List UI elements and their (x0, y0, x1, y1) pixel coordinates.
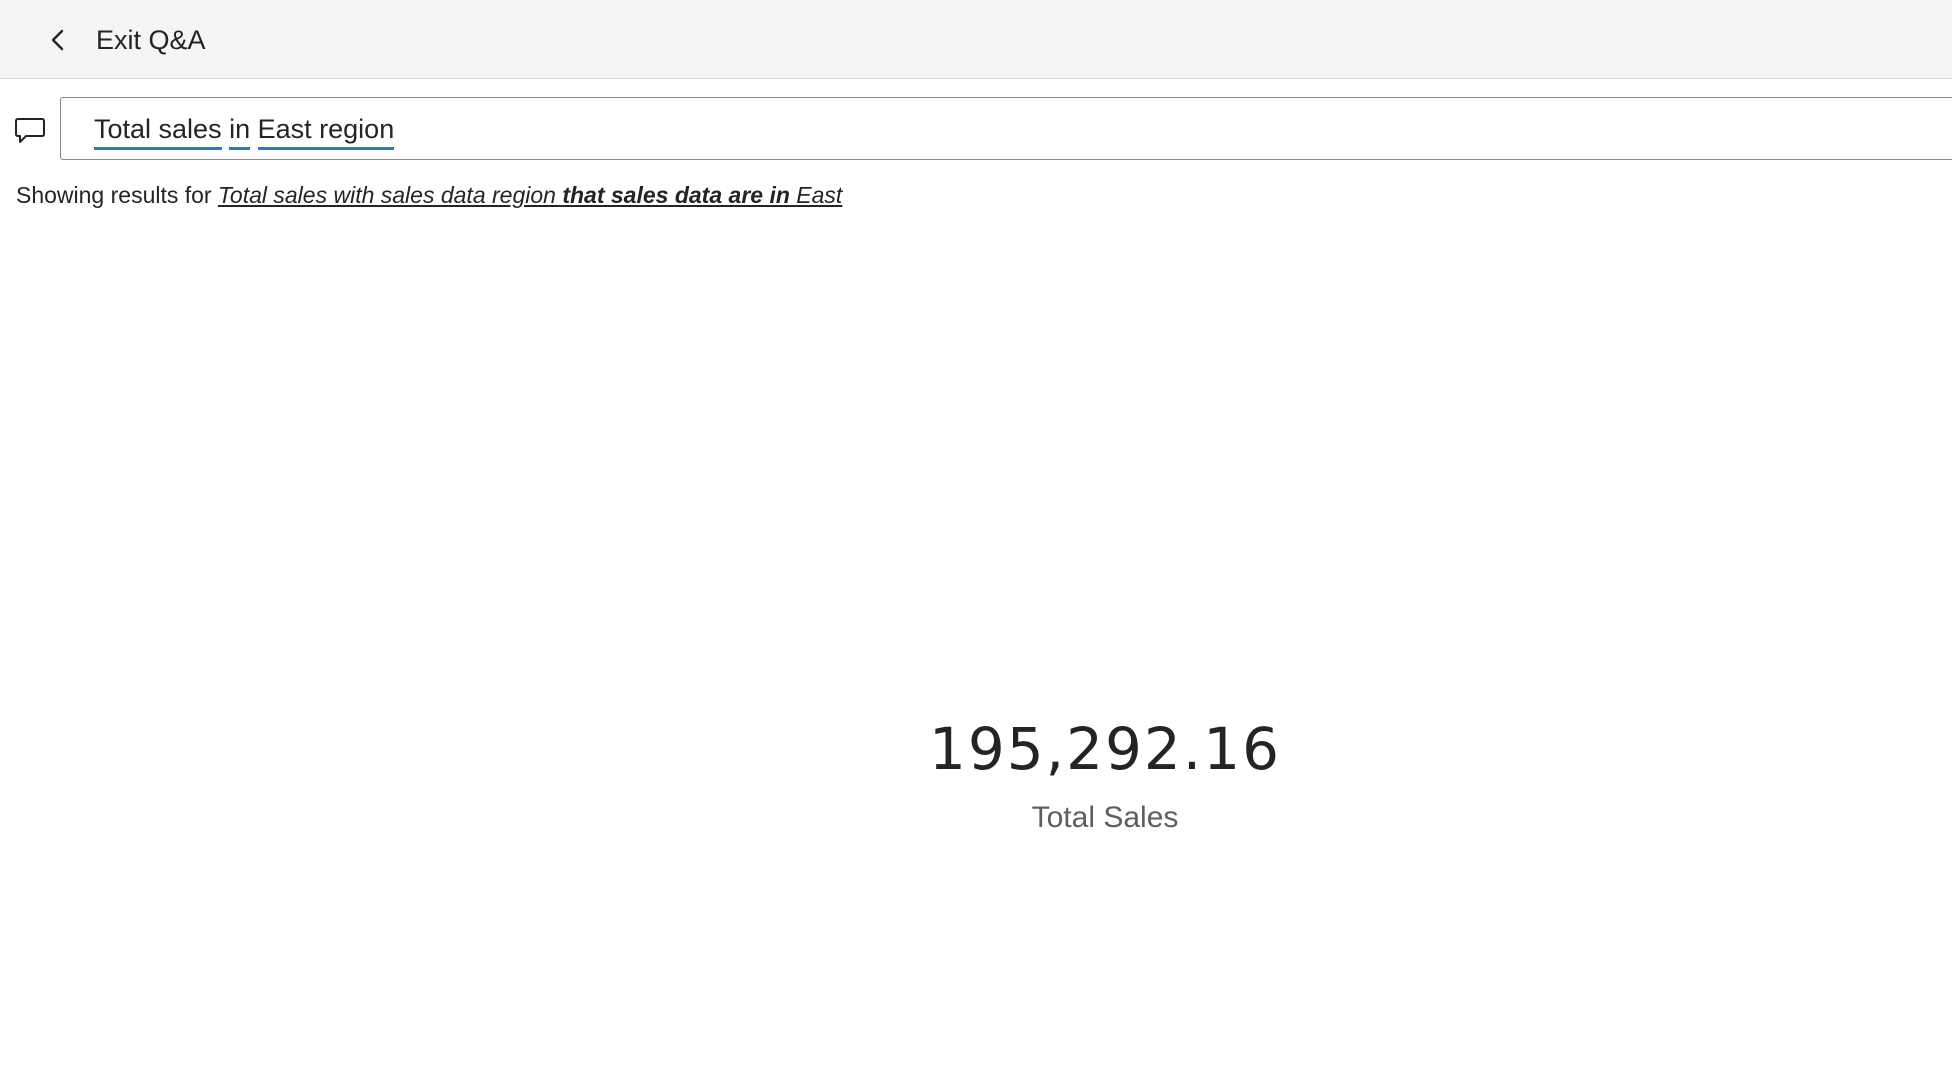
top-bar: Exit Q&A (0, 0, 1952, 79)
exit-qna-label[interactable]: Exit Q&A (96, 20, 206, 60)
query-text: Total sales in East region (94, 112, 395, 150)
restated-part: Total sales with sales data region (217, 182, 563, 208)
restated-question-link[interactable]: Total sales with sales data region that … (218, 182, 842, 208)
query-term: Total sales (94, 112, 222, 150)
restated-part-bold: that sales data are in (562, 182, 790, 208)
qna-query-input[interactable]: Total sales in East region (60, 97, 1952, 160)
query-separator (222, 114, 230, 144)
query-term: East region (257, 112, 395, 150)
chat-bubble-icon (15, 118, 45, 143)
card-value: 195,292.16 (928, 715, 1282, 783)
restated-part: East (789, 182, 843, 208)
query-separator (250, 114, 258, 144)
back-button[interactable] (30, 12, 86, 68)
results-prefix: Showing results for (16, 182, 218, 208)
query-term: in (229, 112, 251, 150)
results-restatement: Showing results for Total sales with sal… (16, 180, 842, 210)
card-label: Total Sales (1031, 801, 1179, 834)
chevron-left-icon (51, 29, 64, 51)
